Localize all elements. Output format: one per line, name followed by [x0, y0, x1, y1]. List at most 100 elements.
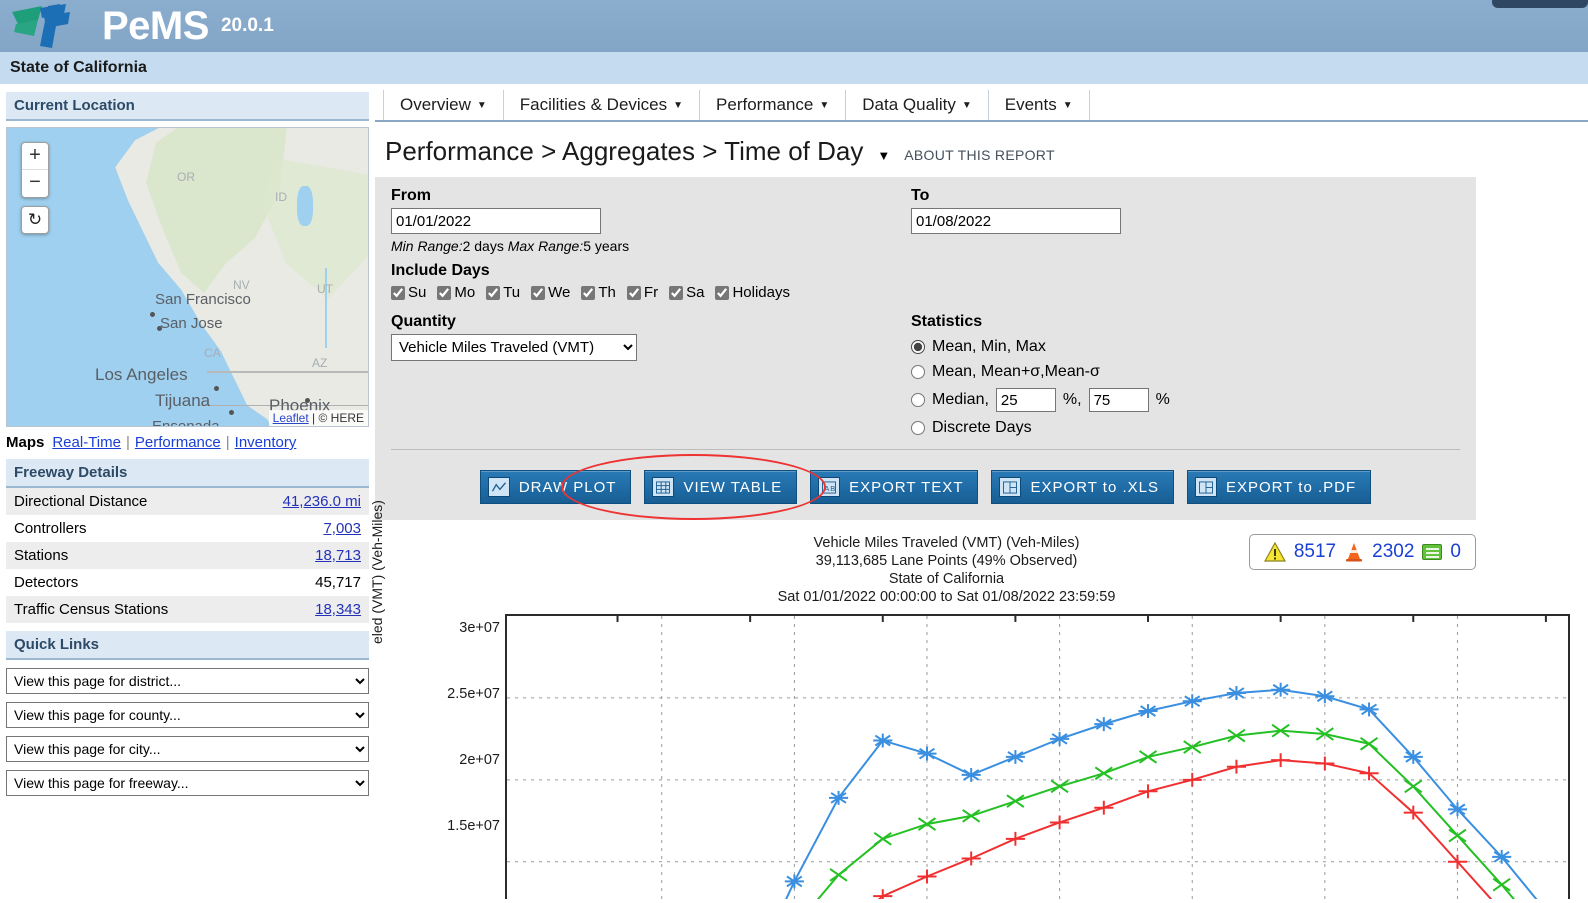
export-xls-button[interactable]: EXPORT to .XLS — [991, 470, 1174, 504]
chevron-down-icon: ▼ — [961, 99, 972, 111]
leaflet-link[interactable]: Leaflet — [273, 411, 309, 425]
button-label: EXPORT to .XLS — [1030, 478, 1159, 496]
checkbox-input[interactable] — [437, 285, 452, 300]
day-checkbox-holidays[interactable]: Holidays — [715, 284, 790, 301]
chart-title-line: Sat 01/01/2022 00:00:00 to Sat 01/08/202… — [777, 589, 1116, 605]
action-buttons-row: DRAW PLOT VIEW TABLE AB EXPORT TEXT EXPO… — [391, 454, 1460, 520]
quick-links-title: Quick Links — [6, 631, 369, 660]
nav-item-data-quality[interactable]: Data Quality ▼ — [846, 90, 989, 120]
about-this-report-link[interactable]: ABOUT THIS REPORT — [904, 147, 1055, 163]
nav-label: Facilities & Devices — [519, 95, 668, 114]
checkbox-input[interactable] — [391, 285, 405, 300]
export-pdf-button[interactable]: EXPORT to .PDF — [1186, 470, 1372, 504]
to-date-input[interactable] — [911, 208, 1121, 234]
text-export-icon: AB — [818, 477, 841, 497]
day-checkbox-fr[interactable]: Fr — [626, 284, 658, 301]
median-high-input[interactable] — [1088, 388, 1149, 412]
radio-input[interactable] — [911, 340, 925, 354]
checkbox-input[interactable] — [531, 285, 546, 300]
main-content: Overview ▼ Facilities & Devices ▼ Perfor… — [369, 84, 1588, 897]
export-text-button[interactable]: AB EXPORT TEXT — [810, 470, 979, 504]
status-badges: 8517 2302 0 — [1248, 534, 1476, 570]
stat-option-mean-sigma[interactable]: Mean, Mean+σ,Mean-σ — [911, 363, 1460, 381]
stat-label: Mean, Min, Max — [932, 338, 1046, 355]
checkbox-input[interactable] — [669, 285, 684, 300]
radio-input[interactable] — [911, 365, 925, 379]
map-state-abbr: OR — [177, 170, 195, 184]
stat-option-median[interactable]: Median, %, % — [911, 388, 1460, 412]
zoom-in-button[interactable]: + — [22, 143, 48, 170]
map-state-abbr: UT — [317, 282, 333, 296]
quick-link-city-select[interactable]: View this page for city... — [6, 736, 369, 762]
checkbox-input[interactable] — [486, 285, 501, 300]
checkbox-input[interactable] — [581, 285, 596, 300]
map-city-dot — [229, 410, 234, 415]
quick-link-district-select[interactable]: View this page for district... — [6, 668, 369, 694]
stat-option-mean-min-max[interactable]: Mean, Min, Max — [911, 338, 1460, 356]
stat-label: Discrete Days — [932, 419, 1032, 436]
badge-value-incidents: 2302 — [1372, 541, 1415, 562]
button-label: VIEW TABLE — [683, 478, 783, 496]
map-link-inventory[interactable]: Inventory — [235, 434, 297, 451]
include-days-label: Include Days — [391, 262, 490, 279]
divider: | — [125, 434, 130, 451]
row-value-link[interactable]: 41,236.0 mi — [283, 493, 361, 510]
quantity-select[interactable]: Vehicle Miles Traveled (VMT) — [391, 334, 637, 361]
zoom-out-button[interactable]: − — [22, 170, 48, 197]
quick-link-freeway-select[interactable]: View this page for freeway... — [6, 770, 369, 796]
checkbox-input[interactable] — [626, 285, 641, 300]
map-river — [325, 268, 327, 348]
day-label: Holidays — [732, 284, 790, 301]
map-zoom-control[interactable]: + − — [21, 142, 49, 198]
y-tick-label: 2.5e+07 — [447, 686, 500, 702]
checkbox-input[interactable] — [715, 285, 730, 300]
day-checkbox-mo[interactable]: Mo — [437, 284, 475, 301]
map-link-real-time[interactable]: Real-Time — [52, 434, 121, 451]
max-range-label: Max Range: — [507, 238, 584, 254]
from-date-input[interactable] — [391, 208, 601, 234]
radio-input[interactable] — [911, 393, 925, 407]
map-city-label: San Francisco — [155, 291, 251, 308]
freeway-details-title: Freeway Details — [6, 459, 369, 488]
nav-item-performance[interactable]: Performance ▼ — [700, 90, 847, 120]
app-version: 20.0.1 — [220, 15, 274, 36]
day-checkbox-su[interactable]: Su — [391, 284, 426, 301]
nav-label: Performance — [716, 95, 814, 114]
nav-item-overview[interactable]: Overview ▼ — [383, 90, 504, 120]
day-label: Su — [408, 284, 427, 301]
location-map[interactable]: + − ↻ OR ID NV UT CA AZ San Francisco Sa… — [6, 127, 369, 427]
map-city-label: San Jose — [160, 315, 223, 332]
median-low-input[interactable] — [995, 388, 1056, 412]
day-checkbox-we[interactable]: We — [531, 284, 570, 301]
percent-sign: %, — [1062, 391, 1082, 408]
min-range-value: 2 days — [462, 238, 504, 254]
chevron-down-icon: ▼ — [819, 99, 830, 111]
radio-input[interactable] — [911, 421, 925, 435]
table-icon — [652, 477, 675, 497]
chevron-down-icon[interactable]: ▼ — [877, 148, 890, 163]
traffic-cone-icon — [1344, 542, 1364, 562]
chart-y-ticks: 3e+07 2.5e+07 2e+07 1.5e+07 — [395, 614, 500, 859]
app-title: PeMS — [102, 4, 209, 48]
quick-link-county-select[interactable]: View this page for county... — [6, 702, 369, 728]
nav-item-events[interactable]: Events ▼ — [989, 90, 1090, 120]
chart-section: 8517 2302 0 Vehicle Miles Traveled (VMT)… — [369, 500, 1588, 859]
map-state-abbr: CA — [204, 346, 221, 360]
svg-text:AB: AB — [824, 484, 836, 493]
day-checkbox-th[interactable]: Th — [581, 284, 616, 301]
day-checkbox-tu[interactable]: Tu — [486, 284, 520, 301]
map-city-label: Los Angeles — [95, 365, 188, 384]
map-city-dot — [214, 386, 219, 391]
maps-label: Maps — [6, 434, 45, 451]
pdf-export-icon — [1194, 477, 1217, 497]
map-link-performance[interactable]: Performance — [135, 434, 221, 451]
nav-item-facilities-devices[interactable]: Facilities & Devices ▼ — [504, 90, 701, 120]
day-checkbox-sa[interactable]: Sa — [669, 284, 704, 301]
stat-option-discrete-days[interactable]: Discrete Days — [911, 419, 1460, 437]
map-reset-icon[interactable]: ↻ — [21, 206, 49, 234]
maps-links-row: Maps Real-Time | Performance | Inventory — [6, 434, 369, 451]
breadcrumb: Performance > Aggregates > Time of Day ▼… — [375, 122, 1588, 177]
view-table-button[interactable]: VIEW TABLE — [644, 470, 798, 504]
y-tick-label: 2e+07 — [459, 752, 500, 768]
draw-plot-button[interactable]: DRAW PLOT — [479, 470, 632, 504]
